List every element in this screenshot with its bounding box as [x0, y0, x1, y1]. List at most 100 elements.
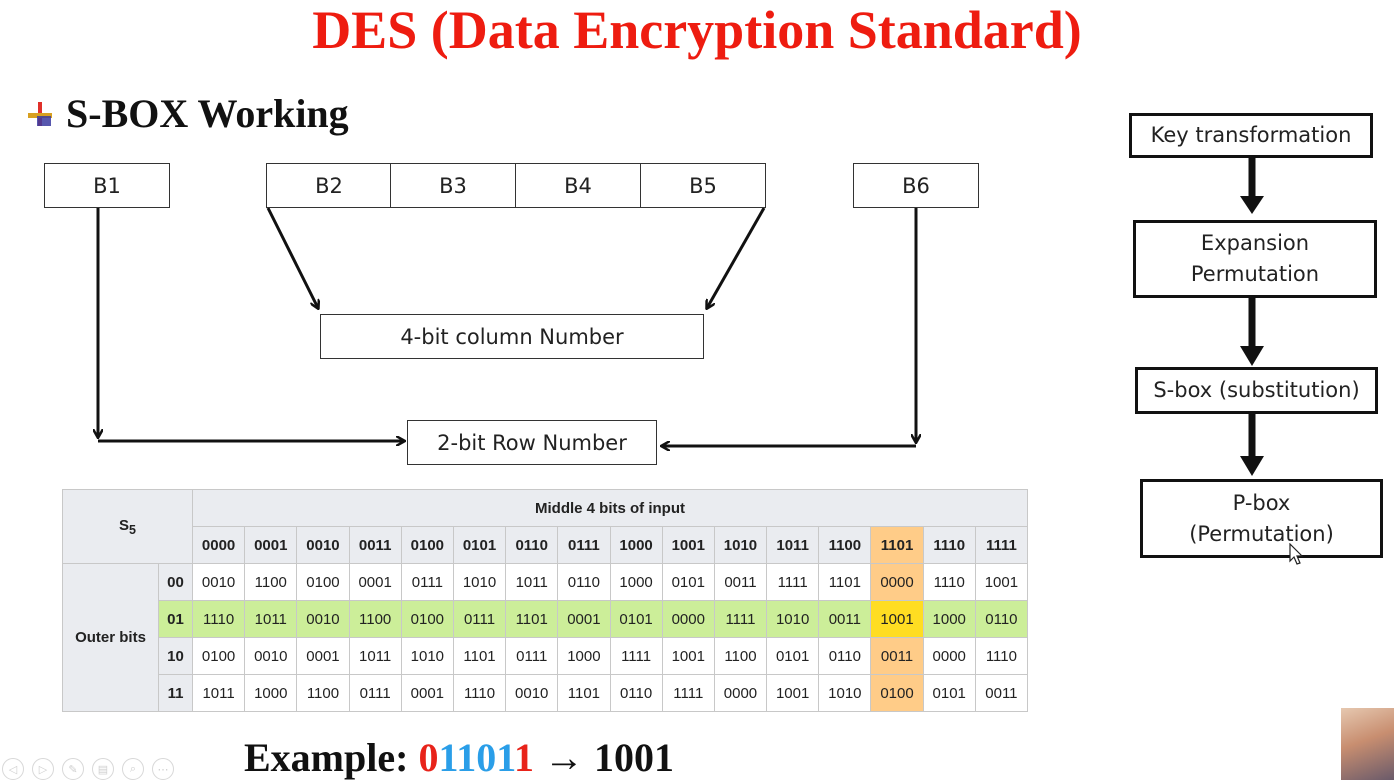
flow-step-key-transformation: Key transformation — [1129, 113, 1373, 158]
diagram-arrows — [0, 207, 1100, 480]
table-cell: 0010 — [191, 563, 246, 601]
table-cell: 0110 — [609, 674, 663, 712]
table-cell: 1110 — [974, 637, 1029, 675]
table-cell: 0110 — [818, 637, 872, 675]
table-cell: 0110 — [557, 563, 611, 601]
middle-bits-header: Middle 4 bits of input — [192, 489, 1028, 527]
zoom-icon[interactable]: ⌕ — [122, 758, 144, 780]
mouse-cursor-icon — [1289, 543, 1304, 565]
table-cell: 1111 — [713, 600, 768, 638]
table-cell: 1011 — [244, 600, 298, 638]
table-cell: 0011 — [818, 600, 872, 638]
example-arrow-icon: → — [544, 735, 585, 780]
row-label-11: 11 — [158, 674, 193, 712]
flow-step-label-line2: (Permutation) — [1189, 521, 1334, 546]
slideshow-toolbar: ◁ ▷ ✎ ▤ ⌕ ⋯ — [0, 758, 232, 780]
flow-step-label: Key transformation — [1150, 123, 1352, 147]
table-cell: 1110 — [452, 674, 507, 712]
table-cell: 1111 — [661, 674, 715, 712]
table-cell: 1101 — [818, 563, 872, 601]
example-prefix: Example: — [244, 735, 409, 780]
table-row: 11 1011 1000 1100 0111 0001 1110 0010 1101 0110 11… — [63, 674, 1029, 712]
table-cell: 1001 — [974, 563, 1029, 601]
table-cell: 0011 — [713, 563, 768, 601]
column-header-1111: 1111 — [974, 526, 1029, 564]
presenter-avatar — [1341, 708, 1394, 780]
table-cell: 0011 — [974, 674, 1029, 712]
table-cell: 0111 — [348, 674, 402, 712]
slides-icon[interactable]: ▤ — [92, 758, 114, 780]
table-cell: 1110 — [922, 563, 976, 601]
table-cell: 1011 — [191, 674, 246, 712]
table-cell: 1100 — [296, 674, 350, 712]
flow-step-label-line1: P-box — [1232, 490, 1291, 515]
column-header-row: 0000 0001 0010 0011 0100 0101 0110 0111 1000 1001… — [63, 526, 1029, 564]
column-header-0111: 0111 — [557, 526, 611, 564]
column-header-0010: 0010 — [296, 526, 350, 564]
table-cell: 1000 — [922, 600, 976, 638]
column-header-1001: 1001 — [661, 526, 715, 564]
more-icon[interactable]: ⋯ — [152, 758, 174, 780]
table-body: Outer bits 00 0010 1100 0100 0001 0111 1010 1011… — [62, 563, 1029, 712]
bit-box-b4: B4 — [515, 163, 641, 208]
table-cell: 0001 — [557, 600, 611, 638]
table-cell: 0111 — [400, 563, 454, 601]
table-cell: 1101 — [505, 600, 559, 638]
flow-arrows — [1240, 158, 1264, 476]
table-cell: 1001 — [766, 674, 820, 712]
table-cell: 1010 — [818, 674, 872, 712]
column-header-0000: 0000 — [191, 526, 246, 564]
table-cell: 0000 — [713, 674, 768, 712]
table-cell: 0010 — [244, 637, 298, 675]
table-row: 10 0100 0010 0001 1011 1010 1101 0111 1000 1111 10… — [63, 637, 1029, 675]
table-cell: 0101 — [609, 600, 663, 638]
previous-icon[interactable]: ◁ — [2, 758, 24, 780]
arrow-b2-to-column — [266, 207, 318, 308]
bit-box-b1: B1 — [44, 163, 170, 208]
arrow-b5-to-column — [707, 207, 766, 308]
table-cell: 1011 — [348, 637, 402, 675]
column-header-0001: 0001 — [244, 526, 298, 564]
pen-icon[interactable]: ✎ — [62, 758, 84, 780]
example-result: 1001 — [594, 735, 675, 780]
table-cell: 0010 — [505, 674, 559, 712]
table-cell: 0001 — [348, 563, 402, 601]
table-cell: 1001 — [870, 600, 924, 638]
flow-step-label-line1: Expansion — [1200, 231, 1310, 255]
flow-step-s-box: S-box (substitution) — [1135, 367, 1378, 414]
table-cell: 0000 — [870, 563, 924, 601]
column-header-0101: 0101 — [452, 526, 507, 564]
column-header-1100: 1100 — [818, 526, 872, 564]
bit-box-b2: B2 — [266, 163, 392, 208]
table-cell: 0000 — [661, 600, 715, 638]
flow-step-label-line2: Permutation — [1190, 262, 1320, 286]
table-cell: 1011 — [505, 563, 559, 601]
bit-box-b5: B5 — [640, 163, 766, 208]
table-cell: 1101 — [557, 674, 611, 712]
example-bit-last: 1 — [514, 735, 535, 780]
table-cell: 0101 — [922, 674, 976, 712]
flow-step-label: S-box (substitution) — [1153, 378, 1360, 402]
table-cell: 1001 — [661, 637, 715, 675]
play-icon[interactable]: ▷ — [32, 758, 54, 780]
table-cell: 0111 — [505, 637, 559, 675]
table-cell: 1111 — [609, 637, 663, 675]
example-bits-middle: 1101 — [438, 735, 515, 780]
outer-bits-label: Outer bits — [62, 563, 159, 712]
table-cell: 0110 — [974, 600, 1029, 638]
bit-box-b3: B3 — [390, 163, 516, 208]
table-cell: 0111 — [452, 600, 507, 638]
column-number-box: 4-bit column Number — [320, 314, 704, 359]
sbox-table: S5 Middle 4 bits of input 0000 0001 0010 00… — [62, 489, 1029, 712]
table-corner-label: S5 — [62, 489, 193, 564]
table-cell: 0100 — [400, 600, 454, 638]
table-cell: 0101 — [661, 563, 715, 601]
table-cell: 0100 — [296, 563, 350, 601]
flow-step-p-box: P-box (Permutation) — [1140, 479, 1383, 558]
table-cell: 1101 — [452, 637, 507, 675]
column-header-1010: 1010 — [713, 526, 768, 564]
example-bit-first: 0 — [418, 735, 439, 780]
table-cell: 0001 — [296, 637, 350, 675]
bit-box-b6: B6 — [853, 163, 979, 208]
row-label-00: 00 — [158, 563, 193, 601]
